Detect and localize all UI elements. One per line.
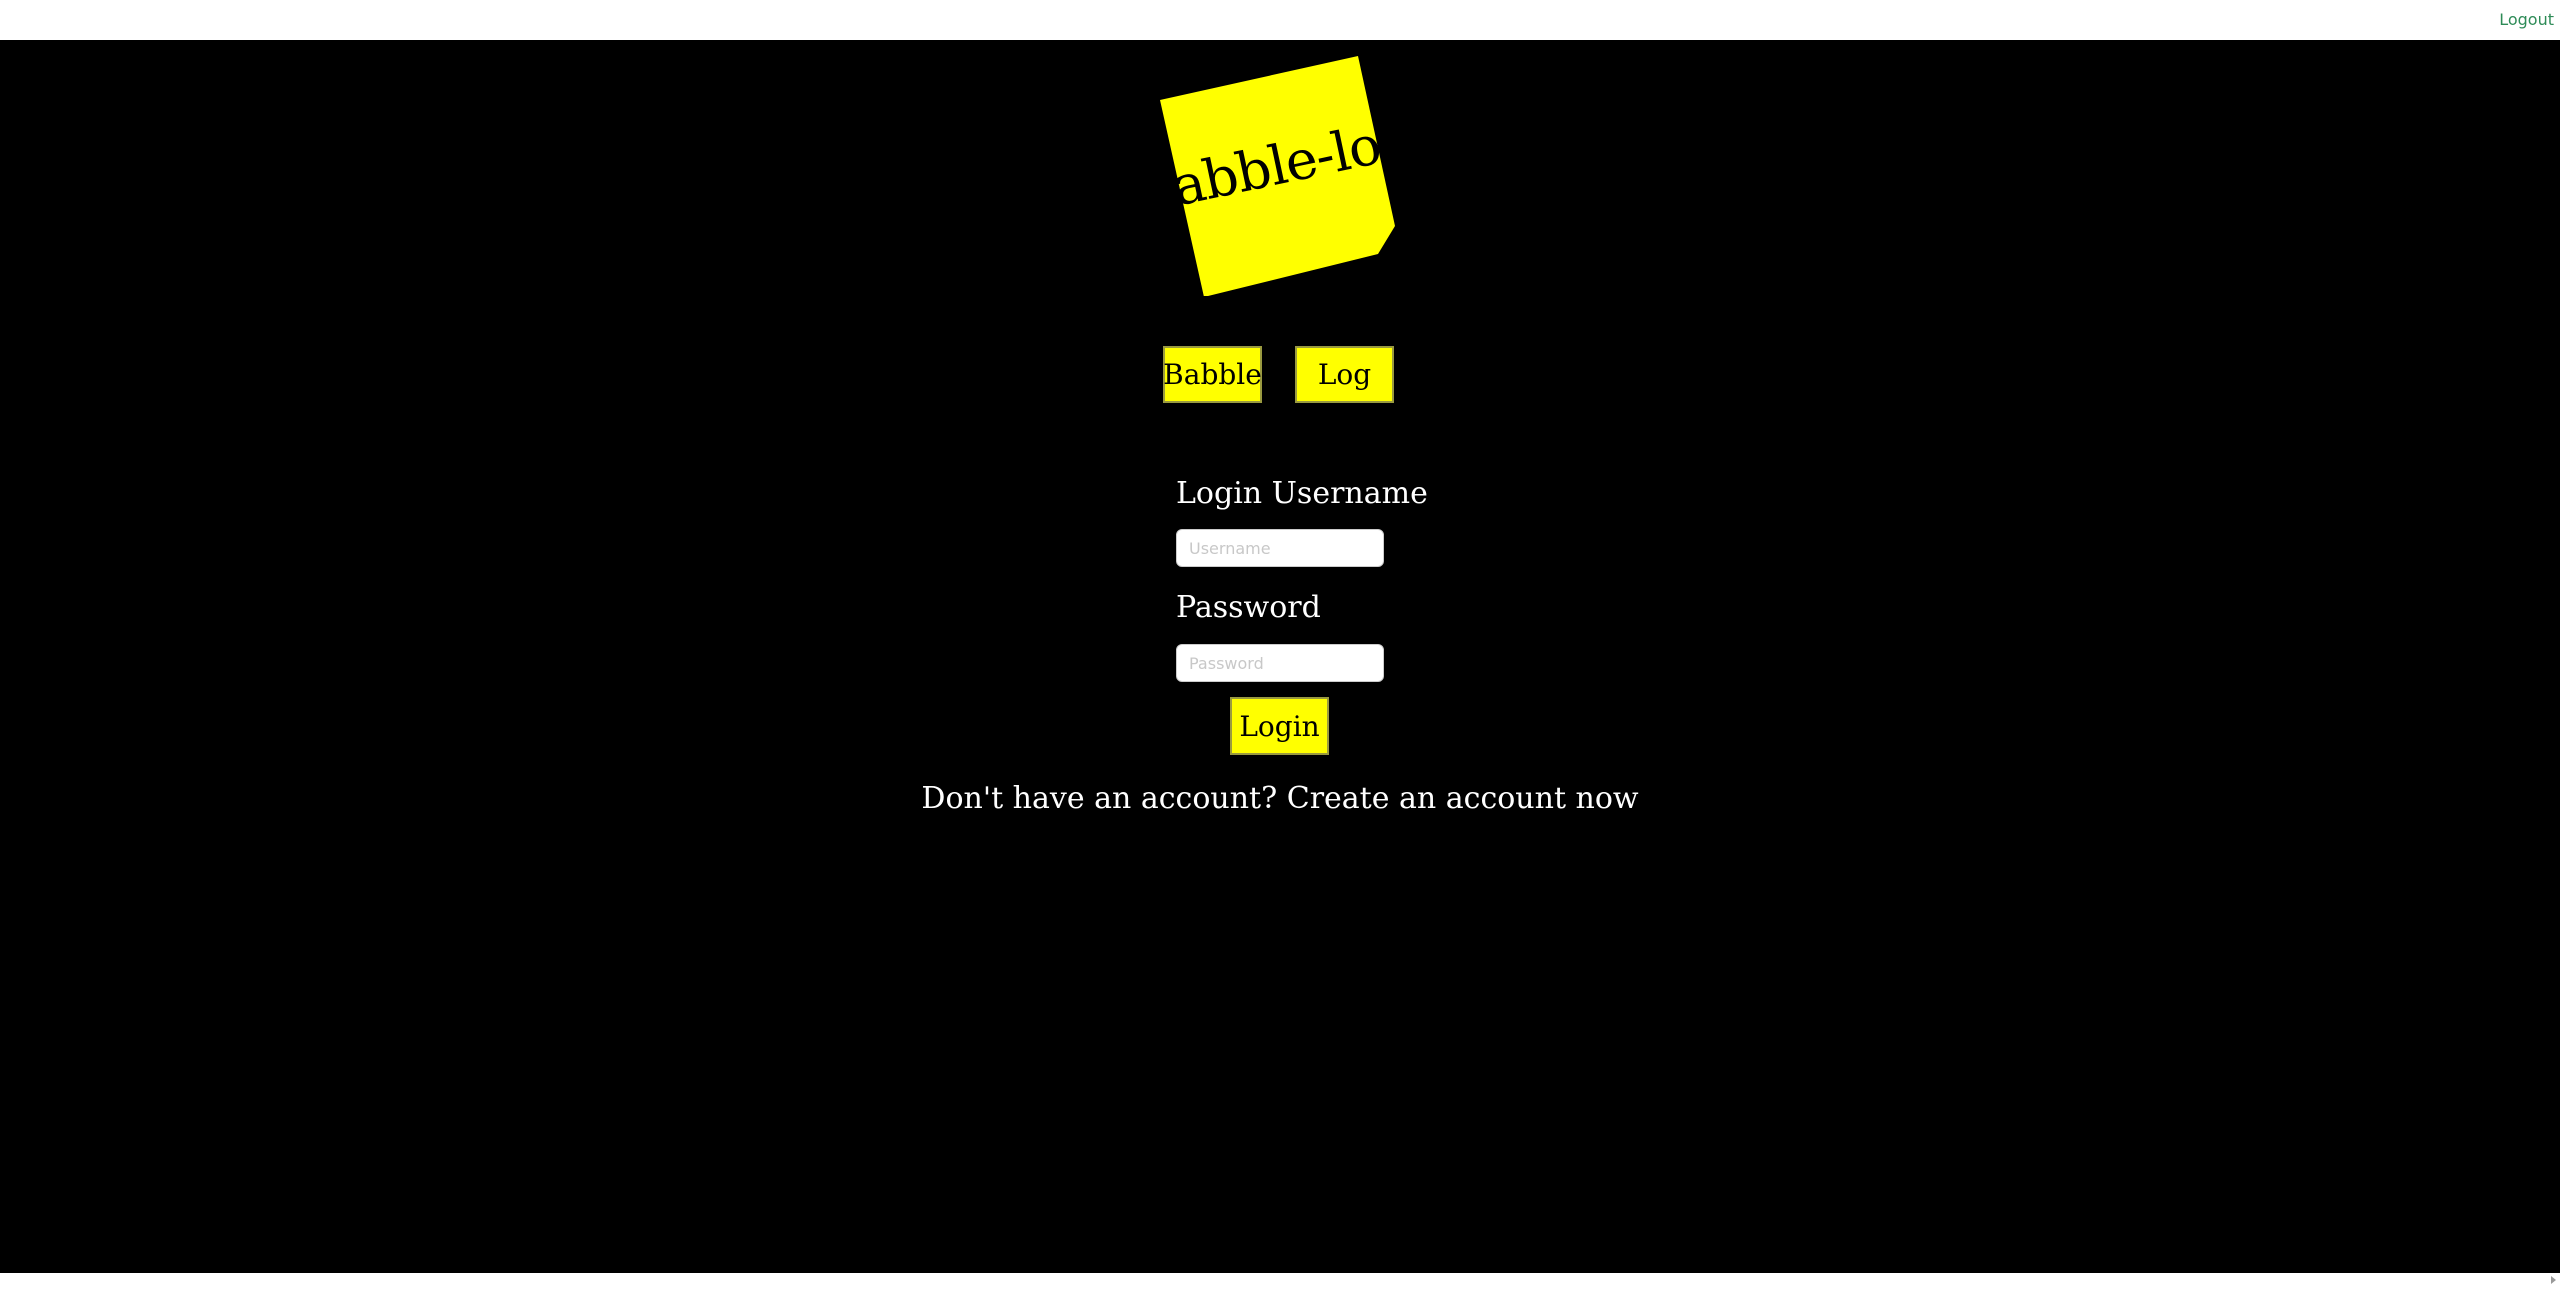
create-account-link[interactable]: Create an account now [1287,781,1639,816]
horizontal-scrollbar[interactable] [0,1273,2560,1289]
scroll-right-arrow-icon[interactable] [2551,1276,2556,1284]
logout-link[interactable]: Logout [2499,10,2554,29]
signup-prompt-text: Don't have an account? [921,781,1278,816]
username-input[interactable] [1176,529,1384,567]
nav-log-button[interactable]: Log [1295,346,1394,403]
babble-log-logo: Babble-log [1160,56,1395,296]
password-input[interactable] [1176,644,1384,682]
top-bar: Logout [0,0,2560,40]
nav-babble-button[interactable]: Babble [1163,346,1262,403]
signup-prompt: Don't have an account? Create an account… [0,781,2560,816]
password-label: Password [1176,590,1321,625]
username-label: Login Username [1176,476,1428,511]
sticky-note-logo: Babble-log [1160,56,1395,296]
login-button[interactable]: Login [1230,697,1329,755]
